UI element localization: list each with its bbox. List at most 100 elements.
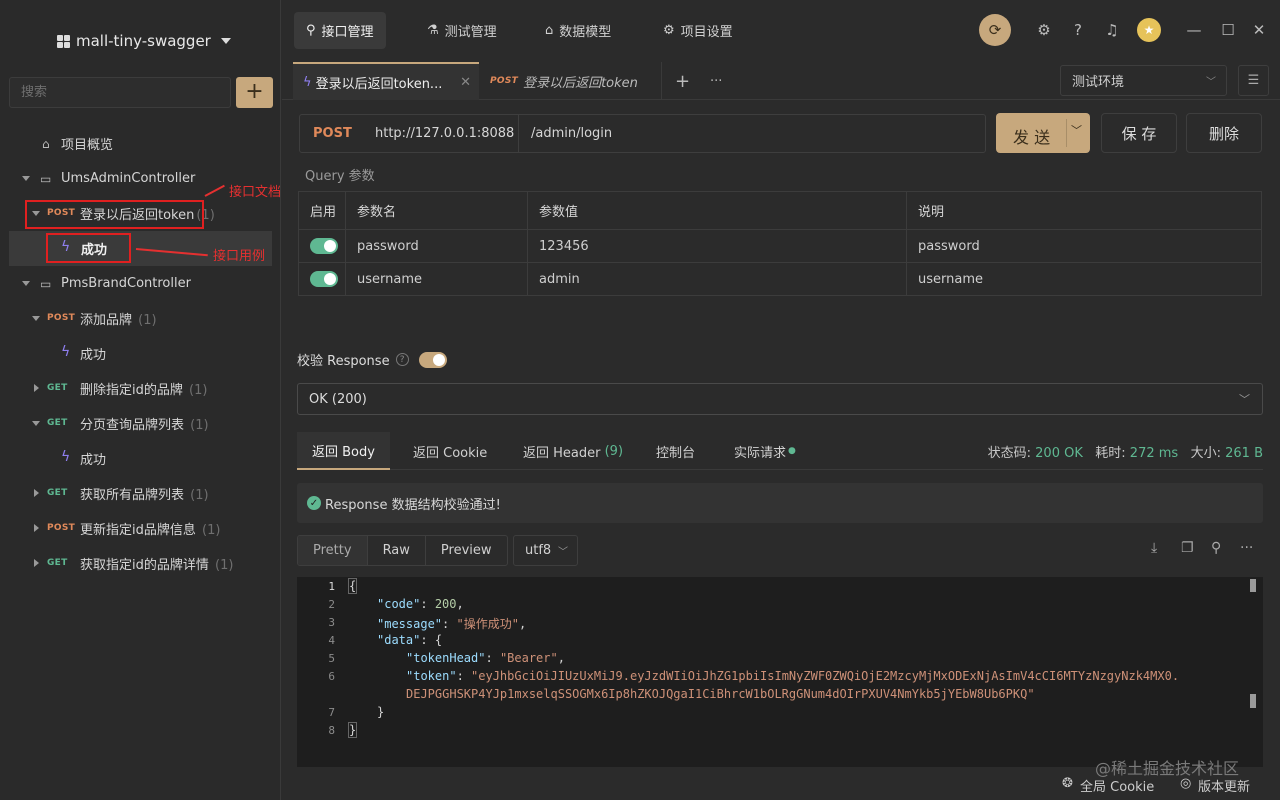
code-line: "data": { <box>377 633 443 647</box>
save-button[interactable]: 保 存 <box>1101 113 1177 153</box>
tree-item[interactable]: GET 获取所有品牌列表 (1) <box>0 476 272 511</box>
tree-folder-pms[interactable]: ▭ PmsBrandController <box>0 266 272 301</box>
help-icon[interactable]: ? <box>395 353 409 366</box>
tree-item[interactable]: GET 获取指定id的品牌详情 (1) <box>0 546 272 581</box>
param-desc[interactable]: username <box>906 262 1262 296</box>
help-icon[interactable]: ? <box>1062 14 1094 46</box>
enable-toggle[interactable] <box>310 271 338 287</box>
response-size: 261 B <box>1225 446 1263 461</box>
tree-case[interactable]: ϟ 成功 <box>0 336 272 371</box>
tab-body[interactable]: 返回 Body <box>297 432 390 470</box>
tab-label: 返回 Header <box>523 445 601 461</box>
column-header: 启用 <box>298 191 346 230</box>
response-tabs: 返回 Body 返回 Cookie 返回 Header (9) 控制台 实际请求… <box>297 432 1263 470</box>
encoding-value: utf8 <box>525 543 552 558</box>
param-name[interactable]: username <box>345 262 528 296</box>
request-tabs: ϟ 登录以后返回token... ✕ POST 登录以后返回token + ··… <box>282 62 1280 100</box>
search-input[interactable] <box>9 77 231 108</box>
tab-api-management[interactable]: ⚲ 接口管理 <box>294 12 386 49</box>
sync-icon[interactable]: ⟳ <box>979 14 1011 46</box>
tab-console[interactable]: 控制台 <box>641 432 710 470</box>
tree-label: 更新指定id品牌信息 (1) <box>80 523 221 538</box>
path-input[interactable]: /admin/login <box>531 126 612 141</box>
mode-preview[interactable]: Preview <box>426 536 507 565</box>
enable-toggle[interactable] <box>310 238 338 254</box>
param-desc[interactable]: password <box>906 229 1262 263</box>
mode-raw[interactable]: Raw <box>368 536 426 565</box>
model-icon: ⌂ <box>545 23 554 38</box>
watermark: @稀土掘金技术社区 <box>1095 759 1240 778</box>
chevron-down-icon: ﹀ <box>1206 77 1216 88</box>
settings-icon[interactable]: ⚙ <box>1028 14 1060 46</box>
tab-actual-request[interactable]: 实际请求 ● <box>719 432 811 470</box>
tab-label: 数据模型 <box>559 25 612 40</box>
tree-case[interactable]: ϟ 成功 <box>0 441 272 476</box>
tree-label: 成功 <box>80 348 107 363</box>
avatar[interactable]: ★ <box>1137 18 1161 42</box>
menu-icon[interactable]: ☰ <box>1238 65 1269 96</box>
more-icon[interactable]: ··· <box>1240 540 1253 556</box>
tree-item[interactable]: POST 更新指定id品牌信息 (1) <box>0 511 272 546</box>
tab-test-management[interactable]: ⚗ 测试管理 <box>415 12 509 49</box>
tree-item[interactable]: POST 添加品牌 (1) <box>0 301 272 336</box>
send-button[interactable]: 发 送 ﹀ <box>996 113 1090 153</box>
project-switcher[interactable]: mall-tiny-swagger <box>57 32 231 50</box>
copy-icon[interactable]: ❐ <box>1181 540 1194 556</box>
url-bar[interactable]: POST http://127.0.0.1:8088 /admin/login <box>299 114 986 153</box>
tab-label: 项目设置 <box>680 25 733 40</box>
search-icon[interactable]: ⚲ <box>1211 540 1221 556</box>
param-value[interactable]: 123456 <box>527 229 907 263</box>
environment-select[interactable]: 测试环境 ﹀ <box>1060 65 1227 96</box>
delete-button[interactable]: 删除 <box>1186 113 1262 153</box>
tree-item-overview[interactable]: ⌂ 项目概览 <box>0 126 272 161</box>
close-icon[interactable]: ✕ <box>460 75 471 90</box>
send-label: 发 送 <box>1013 128 1051 147</box>
chevron-down-icon[interactable]: ﹀ <box>1071 122 1082 138</box>
maximize-icon[interactable]: ☐ <box>1212 14 1244 46</box>
response-body-editor[interactable]: 1 2 3 4 5 6 7 8 { "code": 200, "message"… <box>297 577 1263 767</box>
validate-toggle[interactable] <box>418 351 447 368</box>
flask-icon: ⚗ <box>427 23 439 38</box>
line-number: 8 <box>328 724 335 737</box>
environment-label: 测试环境 <box>1072 75 1125 90</box>
folder-icon: ▭ <box>40 171 52 186</box>
tab-count: (9) <box>604 443 624 459</box>
method-label[interactable]: POST <box>313 126 352 141</box>
query-title: Query 参数 <box>305 169 375 184</box>
tab-project-settings[interactable]: ⚙ 项目设置 <box>651 12 745 49</box>
tab-data-model[interactable]: ⌂ 数据模型 <box>533 12 623 49</box>
tab-cookie[interactable]: 返回 Cookie <box>398 432 502 470</box>
minimize-icon[interactable]: — <box>1178 14 1210 46</box>
chevron-down-icon <box>32 421 40 426</box>
method-badge: POST <box>47 313 76 323</box>
request-tab[interactable]: POST 登录以后返回token <box>480 62 662 100</box>
request-tab-active[interactable]: ϟ 登录以后返回token... ✕ <box>293 62 479 100</box>
view-mode-switch: Pretty Raw Preview <box>297 535 508 566</box>
download-icon[interactable]: ⤓ <box>1151 540 1157 556</box>
tree-item[interactable]: GET 分页查询品牌列表 (1) <box>0 406 272 441</box>
tab-header[interactable]: 返回 Header (9) <box>508 432 638 470</box>
line-number: 6 <box>328 670 335 683</box>
chevron-down-icon <box>22 281 30 286</box>
add-button[interactable]: + <box>236 77 273 108</box>
tree-label: 项目概览 <box>61 138 114 153</box>
chevron-down-icon <box>22 176 30 181</box>
mode-pretty[interactable]: Pretty <box>298 536 368 565</box>
stat-label: 耗时: <box>1095 446 1126 461</box>
new-tab-button[interactable]: + <box>665 62 690 100</box>
response-select[interactable]: OK (200) ﹀ <box>297 383 1263 415</box>
param-value[interactable]: admin <box>527 262 907 296</box>
scrollbar[interactable] <box>1250 694 1256 708</box>
chevron-down-icon <box>32 316 40 321</box>
tree-item[interactable]: GET 删除指定id的品牌 (1) <box>0 371 272 406</box>
more-tabs-button[interactable]: ··· <box>700 62 722 100</box>
apps-icon <box>57 34 70 48</box>
code-line: "message": "操作成功", <box>377 617 527 631</box>
close-icon[interactable]: ✕ <box>1243 14 1275 46</box>
scrollbar[interactable] <box>1250 579 1256 592</box>
base-url[interactable]: http://127.0.0.1:8088 <box>375 126 514 141</box>
encoding-select[interactable]: utf8 ﹀ <box>513 535 578 566</box>
param-name[interactable]: password <box>345 229 528 263</box>
bell-icon[interactable]: ♫ <box>1096 14 1128 46</box>
tab-label: 接口管理 <box>321 25 374 40</box>
